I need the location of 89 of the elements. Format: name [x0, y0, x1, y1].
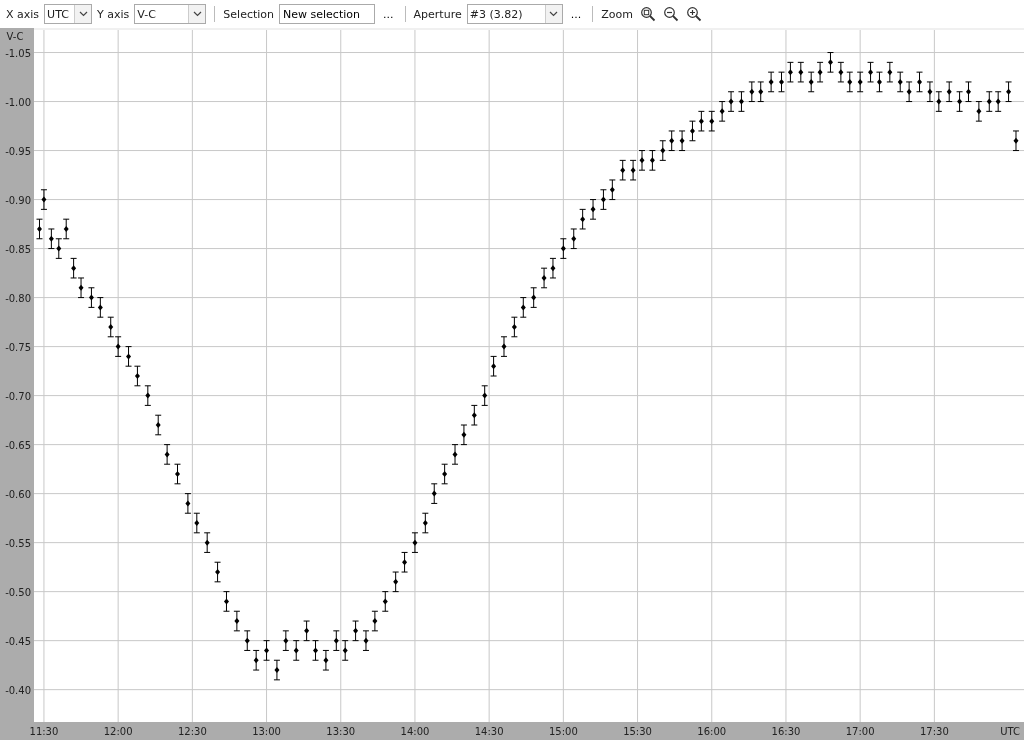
y-tick-label: -0.65 [5, 439, 31, 451]
data-point [678, 130, 686, 152]
data-point [282, 630, 290, 651]
data-point [470, 404, 478, 426]
data-point [163, 444, 171, 465]
y-axis-dropdown[interactable]: V-C [134, 4, 207, 24]
data-point [648, 150, 656, 171]
chevron-down-icon [78, 11, 88, 17]
data-point [481, 385, 489, 406]
x-tick-label: 15:30 [623, 726, 652, 737]
selection-field[interactable]: New selection [279, 4, 376, 24]
data-point [589, 199, 597, 220]
data-point [708, 110, 716, 132]
chevron-down-icon [549, 11, 559, 17]
x-tick-label: 14:00 [400, 726, 430, 737]
data-point [559, 238, 567, 259]
data-point [322, 649, 330, 671]
selection-more-button[interactable]: ... [380, 7, 397, 21]
data-point [144, 385, 152, 406]
data-point [203, 532, 211, 553]
x-tick-label: 17:30 [919, 726, 949, 737]
data-point [737, 91, 745, 112]
data-point [292, 640, 300, 661]
data-point [490, 355, 498, 377]
x-axis-dropdown[interactable]: UTC [44, 4, 93, 24]
x-tick-label: 17:00 [845, 726, 875, 737]
data-point [154, 414, 162, 436]
data-point [916, 71, 923, 93]
y-axis-title: V-C [6, 31, 24, 42]
data-point [886, 61, 894, 83]
data-point [381, 591, 389, 612]
data-point [767, 71, 775, 93]
data-point [856, 71, 864, 93]
aperture-label: Aperture [413, 7, 462, 21]
data-point [530, 287, 538, 308]
x-tick-label: 12:00 [103, 726, 133, 737]
y-tick-label: -0.40 [5, 684, 31, 696]
y-tick-label: -0.60 [5, 488, 31, 500]
y-tick-label: -0.70 [5, 390, 31, 402]
x-axis-label: X axis [6, 7, 40, 21]
y-tick-label: -0.45 [5, 635, 31, 647]
data-point [945, 81, 953, 103]
y-tick-label: -0.85 [5, 243, 31, 255]
y-axis-label: Y axis [97, 7, 130, 21]
x-tick-label: 11:30 [29, 726, 59, 737]
data-point [500, 336, 508, 357]
data-point [797, 61, 805, 83]
x-tick-label: 15:00 [548, 726, 578, 737]
data-point [352, 620, 360, 642]
y-tick-label: -1.00 [5, 96, 31, 108]
aperture-dropdown[interactable]: #3 (3.82) [466, 4, 563, 24]
data-point [411, 532, 419, 553]
y-tick-label: -1.05 [5, 47, 31, 59]
zoom-out-icon[interactable] [662, 6, 679, 22]
x-tick-label: 16:00 [697, 726, 727, 737]
y-tick-label: -0.55 [5, 537, 31, 549]
data-point [619, 159, 627, 181]
data-point [1005, 81, 1013, 103]
x-tick-label: 16:30 [771, 726, 801, 737]
data-point [827, 52, 834, 73]
zoom-in-icon[interactable] [685, 6, 702, 22]
zoom-fit-icon[interactable] [639, 6, 656, 22]
y-tick-label: -0.80 [5, 292, 31, 304]
data-point [36, 218, 43, 240]
data-point [1012, 130, 1020, 152]
x-tick-label: 13:30 [326, 726, 356, 737]
zoom-label: Zoom [601, 7, 633, 21]
x-axis-title: UTC [1000, 726, 1020, 737]
y-tick-label: -0.90 [5, 194, 31, 206]
data-point [430, 483, 438, 504]
x-tick-label: 14:30 [474, 726, 504, 737]
data-point [441, 463, 449, 485]
data-point [273, 659, 281, 681]
x-tick-label: 12:30 [177, 726, 207, 737]
data-point [174, 463, 181, 485]
data-point [233, 610, 241, 632]
y-tick-label: -0.50 [5, 586, 31, 598]
aperture-more-button[interactable]: ... [567, 7, 585, 21]
data-point [975, 101, 983, 122]
data-point [263, 640, 271, 661]
selection-label: Selection [223, 7, 275, 21]
data-point [421, 512, 429, 534]
x-tick-label: 13:00 [252, 726, 281, 737]
chevron-down-icon [192, 11, 202, 17]
y-tick-label: -0.95 [5, 145, 31, 157]
data-point [214, 561, 222, 583]
data-point [223, 591, 230, 612]
y-tick-label: -0.75 [5, 341, 31, 353]
data-point [40, 189, 48, 210]
